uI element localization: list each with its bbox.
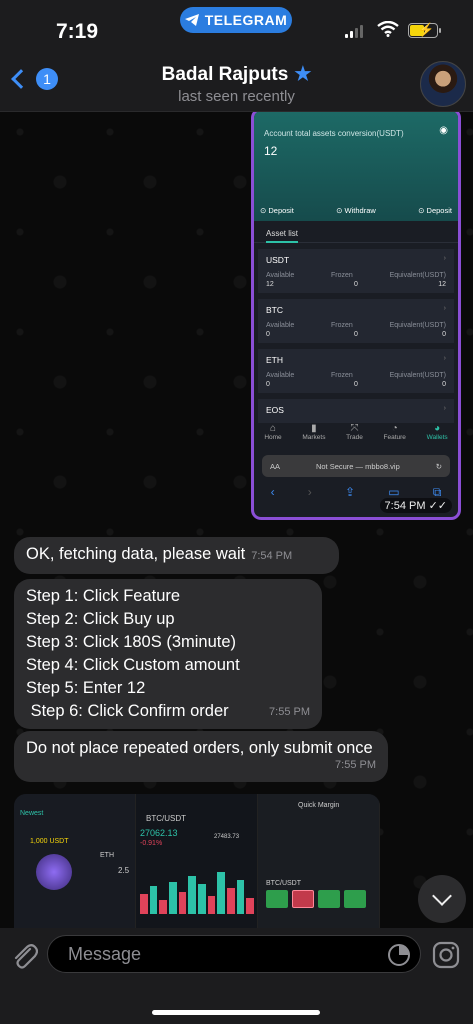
- tab-markets: ▮ Markets: [302, 423, 326, 441]
- wifi-icon: [377, 21, 399, 37]
- chat-area[interactable]: Account total assets conversion(USDT) 12…: [0, 112, 473, 928]
- account-actions: Deposit Withdraw Deposit: [260, 206, 452, 215]
- message-bubble[interactable]: OK, fetching data, please wait 7:54 PM: [14, 537, 339, 574]
- chevron-down-icon: [432, 885, 452, 906]
- telegram-pill-label: TELEGRAM: [204, 12, 288, 28]
- telegram-icon: [184, 14, 199, 26]
- tab-feature: ◔ Feature: [383, 423, 406, 441]
- eye-icon: ◉: [439, 125, 448, 136]
- message-text: Do not place repeated orders, only submi…: [26, 739, 373, 757]
- message-time: 7:54 PM: [251, 550, 293, 562]
- message-composer: [0, 928, 473, 1024]
- camera-icon[interactable]: [432, 941, 460, 969]
- chat-header: 1 Badal Rajputs ★ last seen recently: [0, 58, 473, 112]
- cellular-signal-icon: [345, 24, 363, 38]
- paperclip-icon[interactable]: [10, 940, 38, 970]
- asset-row: ETH › Available Frozen Equivalent(USDT) 000: [258, 349, 454, 393]
- tab-wallets: ◕ Wallets: [426, 423, 448, 441]
- browser-url-bar: AA Not Secure — mbbo8.vip ↻: [262, 455, 450, 477]
- account-card: Account total assets conversion(USDT) 12…: [254, 112, 458, 221]
- asset-list-title: Asset list: [254, 221, 458, 243]
- image-message-screenshot[interactable]: Account total assets conversion(USDT) 12…: [251, 112, 461, 520]
- message-text: OK, fetching data, please wait: [26, 545, 246, 563]
- asset-row: USDT › Available Frozen Equivalent(USDT) 12…: [258, 249, 454, 293]
- message-line: Step 1: Click Feature: [26, 587, 181, 605]
- url-text: Not Secure — mbbo8.vip: [315, 461, 400, 471]
- asset-row: BTC › Available Frozen Equivalent(USDT) 000: [258, 299, 454, 343]
- home-indicator: [152, 1010, 320, 1015]
- image-panel-chart: BTC/USDT 27062.13 -0.91% 27483.73: [136, 794, 258, 928]
- scroll-down-button[interactable]: [418, 875, 466, 923]
- image-message-trading[interactable]: Newest 1,000 USDT ETH 2.5 BTC/USDT 27062…: [14, 794, 380, 928]
- share-icon: ⇪: [345, 485, 356, 499]
- message-line: Step 3: Click 180S (3minute): [26, 633, 237, 651]
- clock: 7:19: [56, 20, 99, 43]
- message-input[interactable]: [47, 935, 421, 973]
- contact-status: last seen recently: [178, 88, 295, 105]
- contact-name: Badal Rajputs: [161, 64, 289, 85]
- avatar[interactable]: [420, 61, 466, 107]
- status-bar: 7:19 TELEGRAM ⚡: [0, 0, 473, 58]
- account-value: 12: [264, 144, 278, 158]
- message-line: Step 6: Click Confirm order: [26, 702, 229, 720]
- forward-icon: ›: [307, 485, 312, 499]
- message-bubble[interactable]: Step 1: Click Feature Step 2: Click Buy …: [14, 579, 322, 729]
- star-icon: ★: [294, 64, 312, 85]
- message-line: Step 4: Click Custom amount: [26, 656, 240, 674]
- image-panel-margin: Quick Margin BTC/USDT: [258, 794, 380, 928]
- action-deposit: Deposit: [260, 206, 293, 215]
- image-panel-home: Newest 1,000 USDT ETH 2.5: [14, 794, 136, 928]
- back-icon: ‹: [270, 485, 275, 499]
- candlestick-chart: [140, 868, 255, 914]
- message-line: Step 2: Click Buy up: [26, 610, 175, 628]
- account-label: Account total assets conversion(USDT): [264, 129, 404, 138]
- app-tab-bar: ⌂ Home ▮ Markets ⤧ Trade ◔ Feature ◕ Wallets: [254, 423, 458, 453]
- message-bubble[interactable]: Do not place repeated orders, only submi…: [14, 731, 388, 782]
- action-withdraw: Withdraw: [336, 206, 376, 215]
- message-line: Step 5: Enter 12: [26, 679, 146, 697]
- message-time: 7:55 PM: [269, 706, 310, 718]
- message-time: 7:55 PM: [335, 759, 376, 771]
- sticker-icon[interactable]: [387, 943, 411, 967]
- action-deposit-2: Deposit: [418, 206, 452, 215]
- option-grid: [266, 890, 366, 908]
- read-checks-icon: ✓✓: [428, 500, 447, 512]
- telegram-pill[interactable]: TELEGRAM: [180, 7, 292, 33]
- asset-row: EOS ›: [258, 399, 454, 425]
- chat-title[interactable]: Badal Rajputs ★: [0, 63, 473, 86]
- tab-home: ⌂ Home: [264, 423, 282, 441]
- battery-icon: ⚡: [408, 22, 441, 38]
- reload-icon: ↻: [435, 461, 442, 471]
- message-time: 7:54 PM ✓✓: [379, 498, 452, 513]
- tab-trade: ⤧ Trade: [346, 423, 363, 441]
